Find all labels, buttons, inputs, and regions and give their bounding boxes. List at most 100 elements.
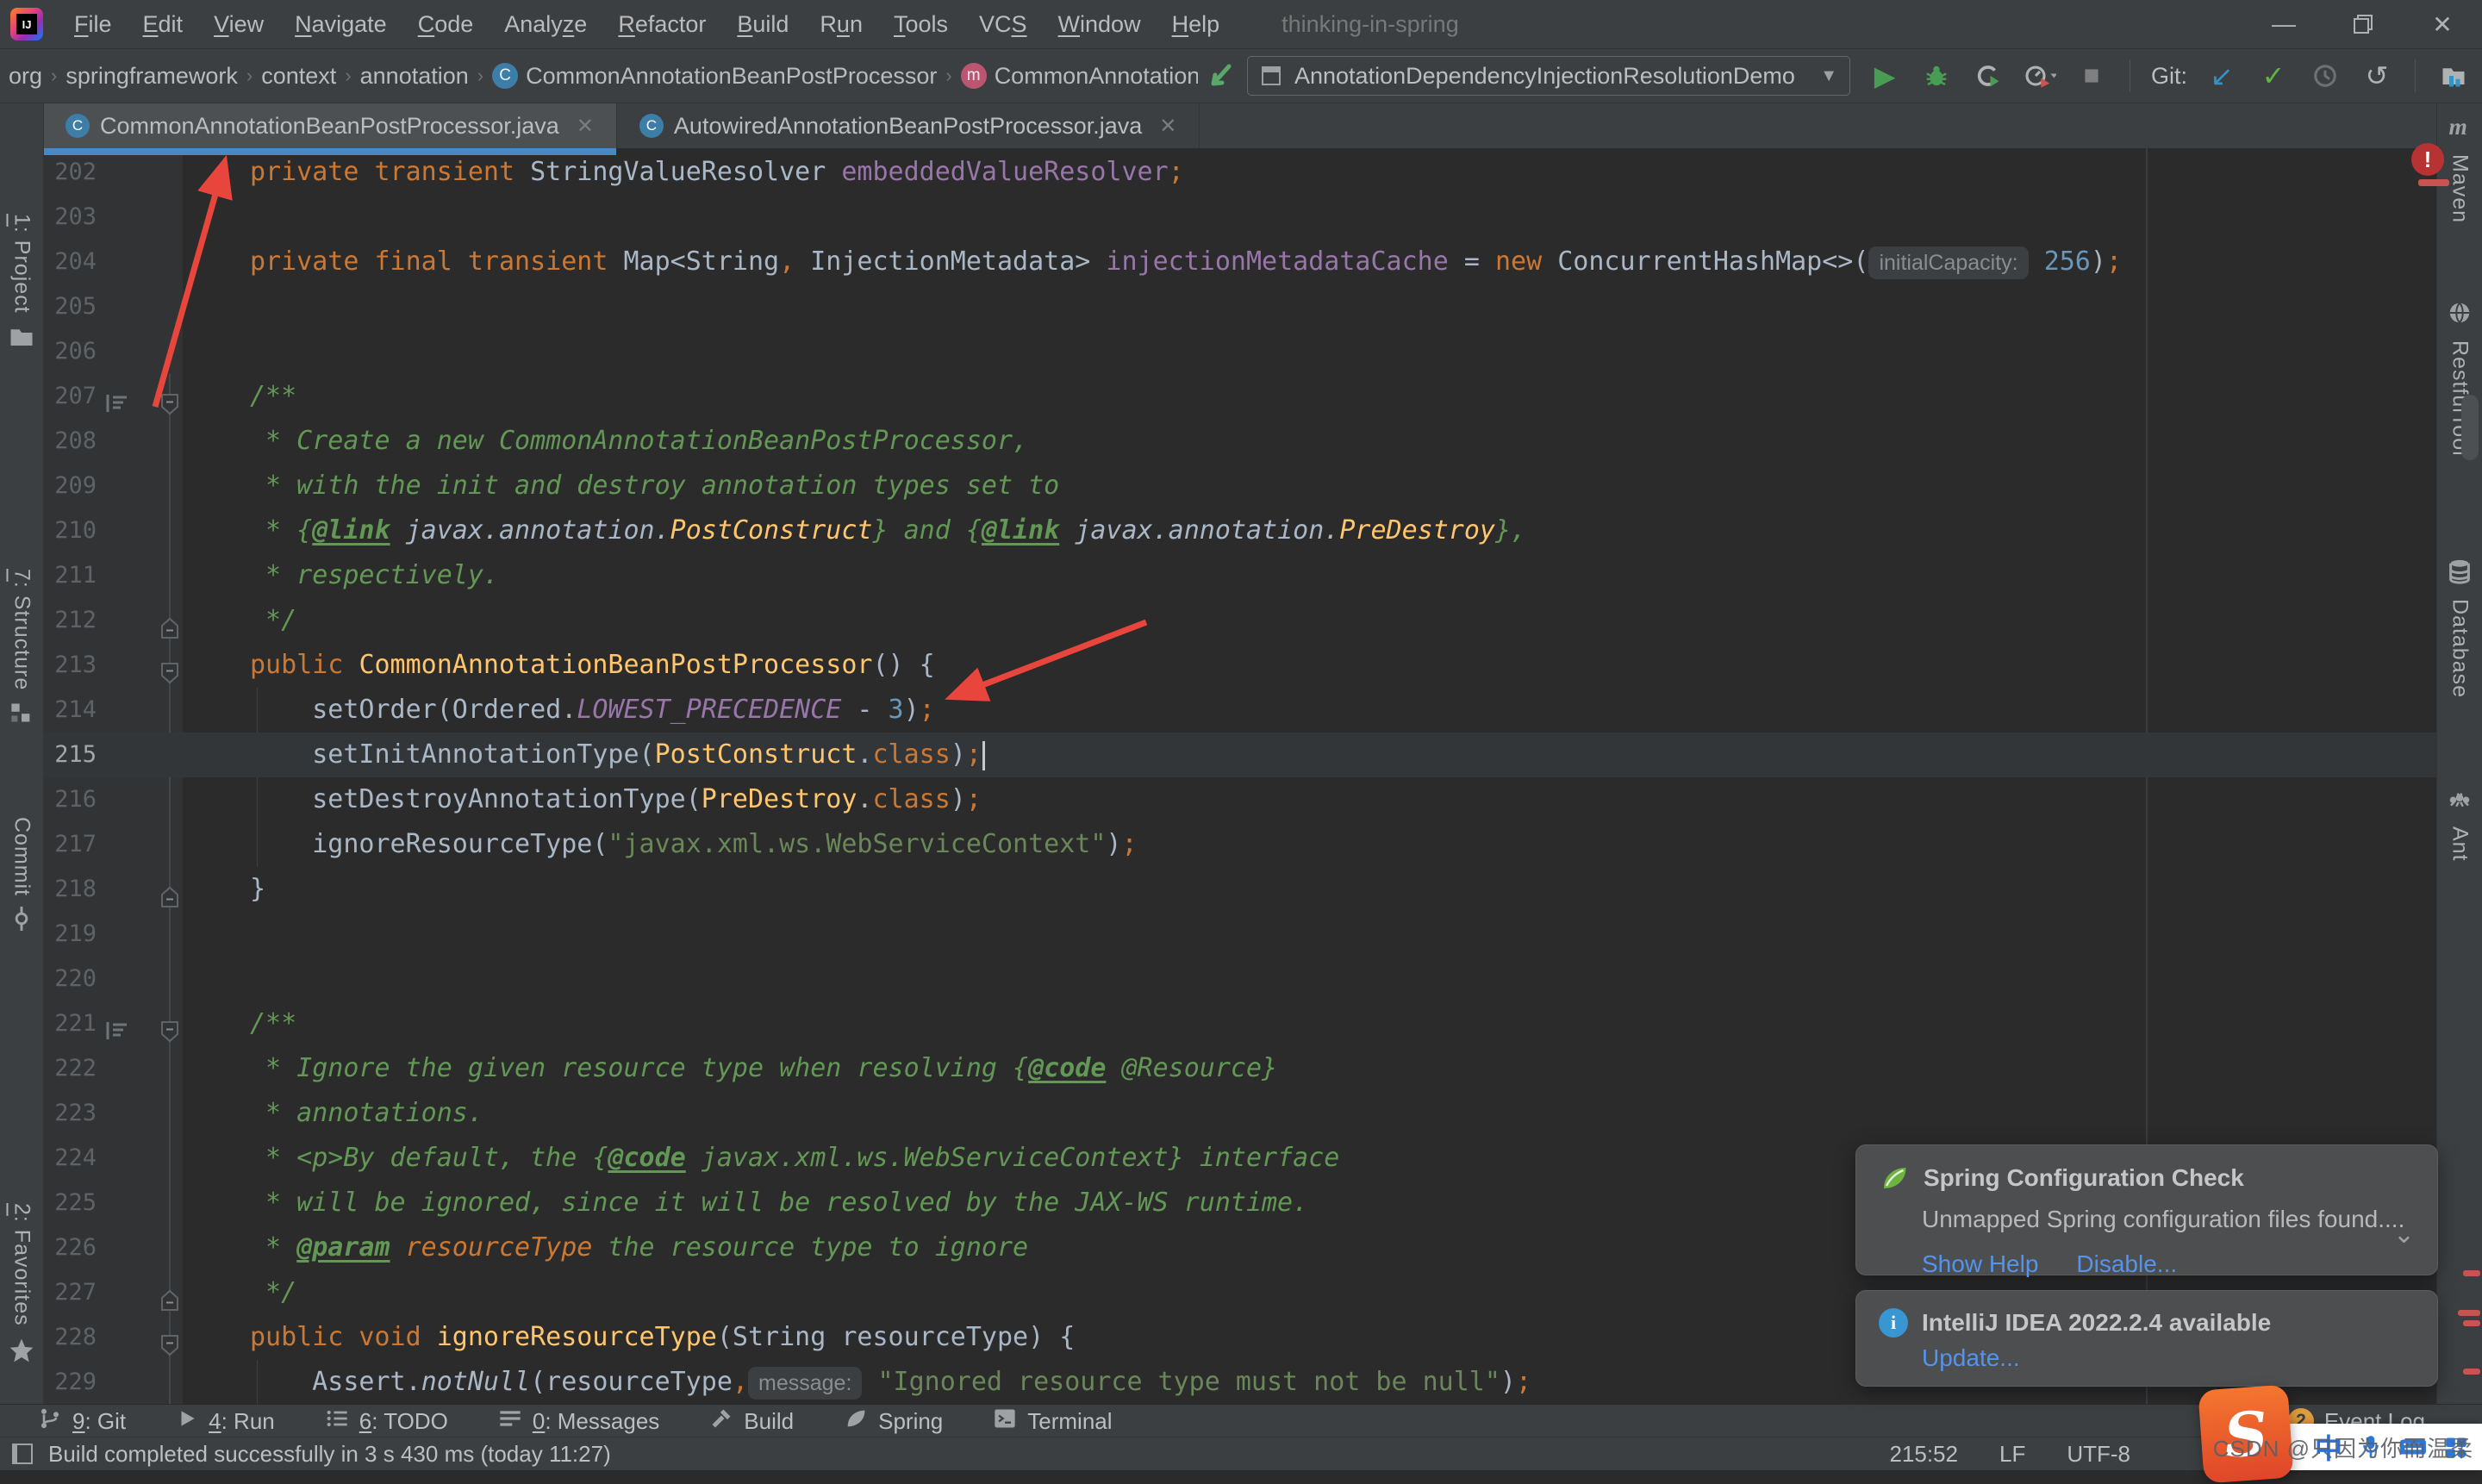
line-number[interactable]: 208 xyxy=(43,419,97,464)
file-errors-indicator[interactable]: ! xyxy=(2411,143,2444,176)
editor-tab-1[interactable]: CCommonAnnotationBeanPostProcessor.java✕ xyxy=(43,103,617,148)
line-number[interactable]: 203 xyxy=(43,195,97,240)
file-encoding[interactable]: UTF-8 xyxy=(2067,1441,2130,1468)
menu-item-view[interactable]: View xyxy=(202,8,276,41)
line-number[interactable]: 226 xyxy=(43,1225,97,1270)
sidebar-item-project[interactable]: 1: Project xyxy=(0,214,43,354)
code-line-218[interactable]: 218} xyxy=(43,867,2482,912)
code-line-222[interactable]: 222 * Ignore the given resource type whe… xyxy=(43,1046,2482,1091)
sidebar-item-commit[interactable]: Commit xyxy=(0,817,43,935)
restore-button[interactable] xyxy=(2323,0,2403,48)
breadcrumb-item-2[interactable]: springframework xyxy=(65,63,238,90)
error-stripe-mark[interactable] xyxy=(2458,1310,2480,1316)
code-line-216[interactable]: 216 setDestroyAnnotationType(PreDestroy.… xyxy=(43,777,2482,822)
toolwindow-messages[interactable]: 0: Messages xyxy=(498,1406,659,1437)
expand-chevron-icon[interactable]: ⌄ xyxy=(2393,1219,2415,1250)
menu-item-window[interactable]: Window xyxy=(1046,8,1153,41)
line-number[interactable]: 216 xyxy=(43,777,97,822)
line-number[interactable]: 204 xyxy=(43,240,97,284)
toolwindow-spring[interactable]: Spring xyxy=(844,1406,943,1437)
history-button[interactable] xyxy=(2308,59,2342,93)
sidebar-item-favorites[interactable]: 2: Favorites xyxy=(0,1203,43,1369)
error-stripe-mark[interactable] xyxy=(2463,1320,2480,1326)
sidebar-item-structure[interactable]: 7: Structure xyxy=(0,569,43,729)
code-line-219[interactable]: 219 xyxy=(43,912,2482,957)
toolwindow-terminal[interactable]: Terminal xyxy=(993,1406,1112,1437)
code-line-217[interactable]: 217 ignoreResourceType("javax.xml.ws.Web… xyxy=(43,822,2482,867)
code-line-208[interactable]: 208 * Create a new CommonAnnotationBeanP… xyxy=(43,419,2482,464)
line-number[interactable]: 206 xyxy=(43,329,97,374)
breadcrumb-item-5[interactable]: CCommonAnnotationBeanPostProcessor xyxy=(492,63,937,90)
code-line-212[interactable]: 212 */ xyxy=(43,598,2482,643)
caret-position[interactable]: 215:52 xyxy=(1889,1441,1958,1468)
editor-tab-2[interactable]: CAutowiredAnnotationBeanPostProcessor.ja… xyxy=(617,103,1200,148)
code-line-214[interactable]: 214 setOrder(Ordered.LOWEST_PRECEDENCE -… xyxy=(43,688,2482,733)
menu-item-help[interactable]: Help xyxy=(1160,8,1232,41)
menu-item-code[interactable]: Code xyxy=(406,8,486,41)
code-line-210[interactable]: 210 * {@link javax.annotation.PostConstr… xyxy=(43,508,2482,553)
code-line-221[interactable]: 221/** xyxy=(43,1001,2482,1046)
background-tasks-icon[interactable] xyxy=(12,1443,33,1464)
line-number[interactable]: 217 xyxy=(43,822,97,867)
line-number[interactable]: 229 xyxy=(43,1360,97,1405)
menu-item-run[interactable]: Run xyxy=(808,8,875,41)
breadcrumb-item-4[interactable]: annotation xyxy=(360,63,469,90)
error-stripe-mark[interactable] xyxy=(2463,1369,2480,1375)
close-button[interactable]: ✕ xyxy=(2403,0,2482,48)
line-number[interactable]: 211 xyxy=(43,553,97,598)
error-stripe-mark[interactable] xyxy=(2463,1270,2480,1276)
code-line-215[interactable]: 215 setInitAnnotationType(PostConstruct.… xyxy=(43,733,2482,777)
line-number[interactable]: 205 xyxy=(43,284,97,329)
editor-scrollbar[interactable] xyxy=(2461,395,2479,460)
line-number[interactable]: 213 xyxy=(43,643,97,688)
scroll-from-source-icon[interactable] xyxy=(1205,61,1236,97)
profiler-button[interactable] xyxy=(2023,59,2057,93)
line-number[interactable]: 212 xyxy=(43,598,97,643)
error-stripe-mark[interactable] xyxy=(2418,179,2449,186)
run-with-coverage-button[interactable] xyxy=(1971,59,2005,93)
line-number[interactable]: 227 xyxy=(43,1270,97,1315)
line-number[interactable]: 224 xyxy=(43,1136,97,1181)
breadcrumb-item-6[interactable]: mCommonAnnotationB xyxy=(961,63,1198,90)
project-structure-button[interactable] xyxy=(2436,59,2471,93)
line-number[interactable]: 215 xyxy=(43,733,97,777)
line-number[interactable]: 220 xyxy=(43,957,97,1001)
notification-spring-config[interactable]: Spring Configuration Check Unmapped Spri… xyxy=(1855,1144,2438,1275)
sidebar-item-ant[interactable]: Ant xyxy=(2437,786,2482,862)
code-line-203[interactable]: 203 xyxy=(43,195,2482,240)
menu-item-build[interactable]: Build xyxy=(725,8,801,41)
toolwindow-build[interactable]: Build xyxy=(709,1406,794,1437)
code-line-213[interactable]: 213public CommonAnnotationBeanPostProces… xyxy=(43,643,2482,688)
code-line-204[interactable]: 204private final transient Map<String, I… xyxy=(43,240,2482,284)
close-tab-icon[interactable]: ✕ xyxy=(577,114,594,139)
line-number[interactable]: 225 xyxy=(43,1181,97,1225)
line-number[interactable]: 219 xyxy=(43,912,97,957)
run-configuration-select[interactable]: AnnotationDependencyInjectionResolutionD… xyxy=(1247,56,1850,96)
menu-item-navigate[interactable]: Navigate xyxy=(283,8,399,41)
menu-item-edit[interactable]: Edit xyxy=(131,8,196,41)
git-update-button[interactable]: ↙ xyxy=(2204,59,2239,93)
run-button[interactable]: ▶ xyxy=(1868,59,1902,93)
line-number[interactable]: 222 xyxy=(43,1046,97,1091)
disable-link[interactable]: Disable... xyxy=(2076,1250,2177,1278)
menu-item-refactor[interactable]: Refactor xyxy=(606,8,718,41)
line-number[interactable]: 207 xyxy=(43,374,97,419)
menu-item-file[interactable]: File xyxy=(62,8,124,41)
close-tab-icon[interactable]: ✕ xyxy=(1159,114,1176,139)
menu-item-tools[interactable]: Tools xyxy=(882,8,960,41)
line-number[interactable]: 209 xyxy=(43,464,97,508)
code-line-220[interactable]: 220 xyxy=(43,957,2482,1001)
toolwindow-todo[interactable]: 6: TODO xyxy=(325,1406,448,1437)
line-number[interactable]: 218 xyxy=(43,867,97,912)
line-number[interactable]: 223 xyxy=(43,1091,97,1136)
code-line-202[interactable]: 202private transient StringValueResolver… xyxy=(43,150,2482,195)
code-line-207[interactable]: 207/** xyxy=(43,374,2482,419)
line-number[interactable]: 228 xyxy=(43,1315,97,1360)
minimize-button[interactable]: — xyxy=(2244,0,2323,48)
rollback-button[interactable]: ↺ xyxy=(2360,59,2394,93)
notification-idea-update[interactable]: i IntelliJ IDEA 2022.2.4 available Updat… xyxy=(1855,1290,2438,1387)
line-number[interactable]: 202 xyxy=(43,150,97,195)
breadcrumb-item-3[interactable]: context xyxy=(261,63,336,90)
sidebar-item-database[interactable]: Database xyxy=(2437,558,2482,698)
code-line-206[interactable]: 206 xyxy=(43,329,2482,374)
